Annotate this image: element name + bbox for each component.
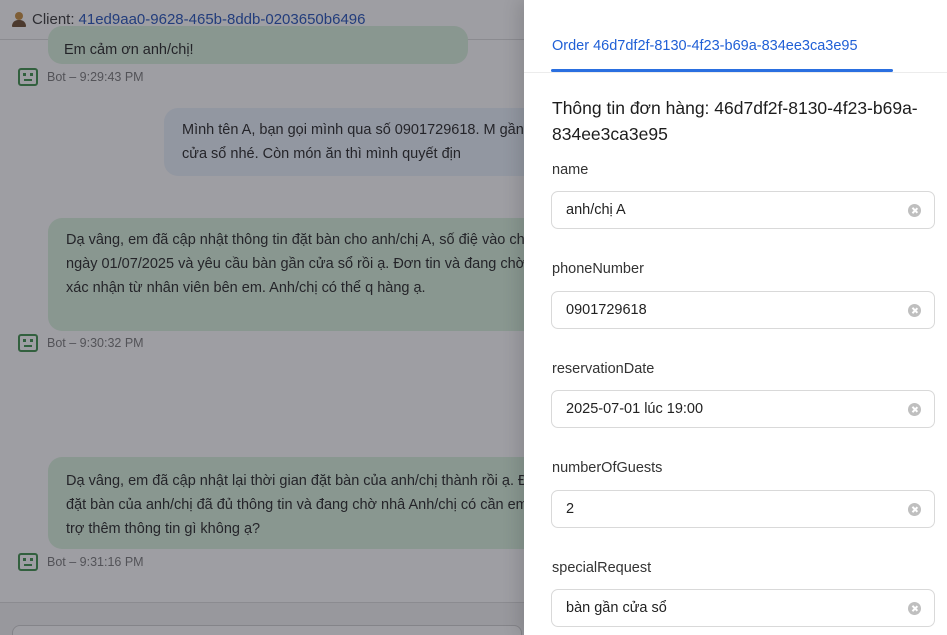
- clear-icon[interactable]: [908, 602, 921, 615]
- clear-icon[interactable]: [908, 403, 921, 416]
- tabs-divider: [524, 72, 947, 73]
- field-label-special-request: specialRequest: [552, 560, 652, 576]
- number-of-guests-input[interactable]: [552, 491, 882, 527]
- special-request-input[interactable]: [552, 590, 882, 626]
- clear-icon[interactable]: [908, 304, 921, 317]
- clear-icon[interactable]: [908, 204, 921, 217]
- phone-number-field[interactable]: [551, 291, 935, 329]
- field-label-name: name: [552, 162, 589, 178]
- number-of-guests-field[interactable]: [551, 490, 935, 528]
- reservation-date-input[interactable]: [552, 391, 882, 427]
- special-request-field[interactable]: [551, 589, 935, 627]
- clear-icon[interactable]: [908, 503, 921, 516]
- name-field[interactable]: [551, 191, 935, 229]
- reservation-date-field[interactable]: [551, 390, 935, 428]
- order-title: Thông tin đơn hàng: 46d7df2f-8130-4f23-b…: [552, 98, 918, 144]
- tab-order[interactable]: Order 46d7df2f-8130-4f23-b69a-834ee3ca3e…: [552, 38, 858, 54]
- field-label-reservation-date: reservationDate: [552, 361, 655, 377]
- order-drawer: Order 46d7df2f-8130-4f23-b69a-834ee3ca3e…: [524, 0, 947, 635]
- field-label-phone-number: phoneNumber: [552, 261, 644, 277]
- name-input[interactable]: [552, 192, 882, 228]
- field-label-number-of-guests: numberOfGuests: [552, 460, 663, 476]
- phone-number-input[interactable]: [552, 292, 882, 328]
